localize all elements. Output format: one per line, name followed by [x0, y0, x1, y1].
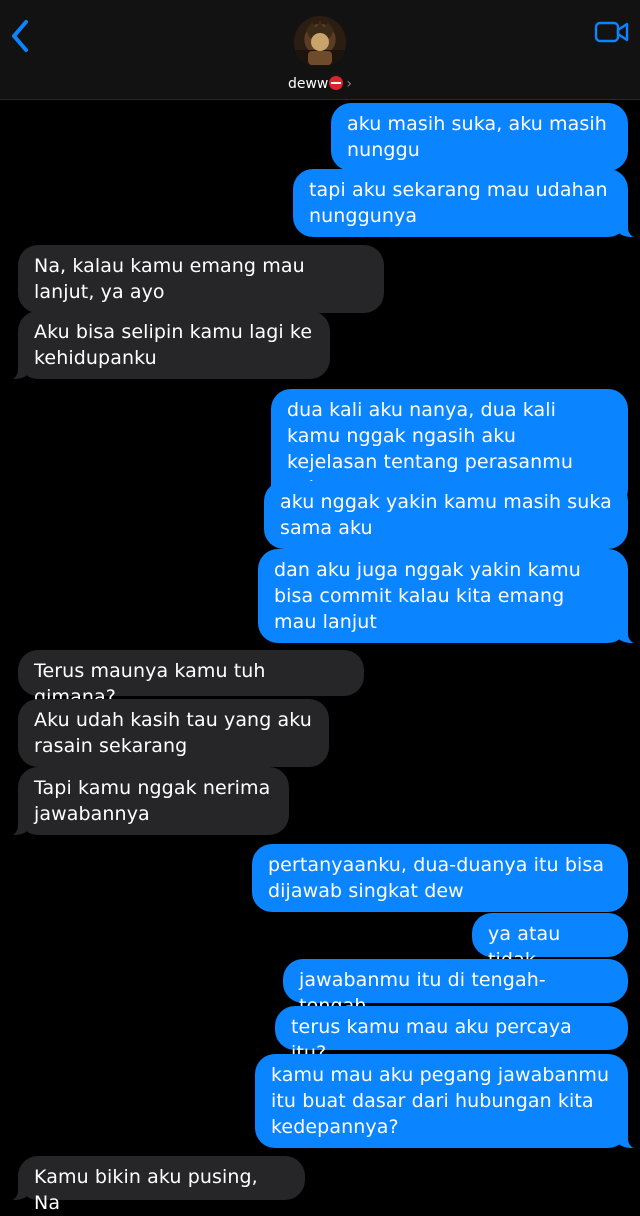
chevron-left-icon: [12, 20, 28, 52]
message-bubble-sent[interactable]: jawabanmu itu di tengah-tengah: [283, 959, 628, 1017]
message-text: aku masih suka, aku masih nunggu: [347, 113, 607, 161]
message-bubble-sent[interactable]: aku masih suka, aku masih nunggu: [331, 103, 628, 171]
message-bubble-sent[interactable]: tapi aku sekarang mau udahan nunggunya: [293, 169, 640, 238]
message-text: dan aku juga nggak yakin kamu bisa commi…: [274, 559, 581, 633]
video-call-button[interactable]: [594, 20, 630, 44]
message-text: pertanyaanku, dua-duanya itu bisa dijawa…: [268, 854, 605, 902]
contact-name-button[interactable]: deww ›: [0, 76, 640, 92]
message-text: Tapi kamu nggak nerima jawabannya: [34, 777, 271, 825]
message-thread[interactable]: aku masih suka, aku masih nunggu tapi ak…: [0, 100, 640, 1214]
message-bubble-received[interactable]: Tapi kamu nggak nerima jawabannya: [4, 767, 289, 836]
message-bubble-received[interactable]: Aku bisa selipin kamu lagi ke kehidupank…: [4, 311, 330, 380]
message-bubble-received[interactable]: Kamu bikin aku pusing, Na: [4, 1156, 305, 1214]
message-text: tapi aku sekarang mau udahan nunggunya: [309, 179, 608, 227]
chat-header: deww ›: [0, 0, 640, 100]
avatar-image: [294, 20, 346, 68]
message-text: Na, kalau kamu emang mau lanjut, ya ayo: [34, 255, 305, 303]
chevron-right-icon: ›: [346, 76, 352, 92]
message-bubble-sent[interactable]: ya atau tidak: [472, 913, 628, 971]
message-bubble-sent[interactable]: dan aku juga nggak yakin kamu bisa commi…: [258, 549, 640, 644]
contact-name: deww: [287, 76, 329, 92]
avatar[interactable]: [294, 16, 346, 68]
message-text: Aku udah kasih tau yang aku rasain sekar…: [34, 709, 312, 757]
message-text: Aku bisa selipin kamu lagi ke kehidupank…: [34, 321, 313, 369]
back-button[interactable]: [6, 18, 36, 54]
message-bubble-sent[interactable]: terus kamu mau aku percaya itu?: [275, 1006, 628, 1064]
no-entry-emoji-icon: [329, 76, 344, 90]
message-bubble-received[interactable]: Na, kalau kamu emang mau lanjut, ya ayo: [18, 245, 384, 313]
message-bubble-received[interactable]: Terus maunya kamu tuh gimana?: [18, 650, 364, 708]
message-bubble-received[interactable]: Aku udah kasih tau yang aku rasain sekar…: [18, 699, 329, 767]
message-text: Kamu bikin aku pusing, Na: [34, 1166, 258, 1214]
message-text: aku nggak yakin kamu masih suka sama aku: [280, 491, 612, 539]
message-bubble-sent[interactable]: pertanyaanku, dua-duanya itu bisa dijawa…: [252, 844, 628, 912]
message-bubble-sent[interactable]: aku nggak yakin kamu masih suka sama aku: [264, 481, 628, 549]
message-bubble-sent[interactable]: kamu mau aku pegang jawabanmu itu buat d…: [255, 1054, 640, 1149]
message-text: kamu mau aku pegang jawabanmu itu buat d…: [271, 1064, 610, 1138]
video-camera-icon: [594, 21, 629, 43]
